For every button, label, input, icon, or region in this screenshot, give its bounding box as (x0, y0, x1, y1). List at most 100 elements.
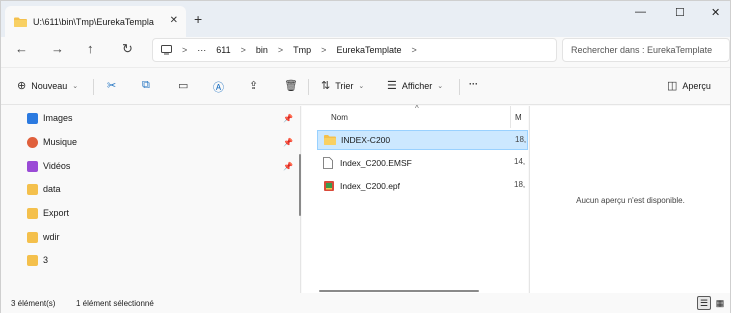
sidebar-item-label: data (43, 184, 61, 194)
file-name: Index_C200.EMSF (340, 158, 412, 168)
breadcrumb-eurekatemplate[interactable]: EurekaTemplate (336, 45, 401, 55)
music-icon (27, 136, 38, 148)
address-row: ← → ↑ ↻ > ··· 611 > bin > Tmp > EurekaTe… (1, 37, 730, 65)
tiles-view-button[interactable]: ▦ (713, 296, 727, 310)
sidebar-item-images[interactable]: Images (27, 110, 73, 126)
refresh-button[interactable]: ↻ (122, 41, 133, 57)
chevron-right-icon: > (182, 45, 188, 55)
preview-pane-label: Aperçu (682, 80, 711, 91)
chevron-right-icon: > (277, 45, 284, 55)
preview-pane: Aucun aperçu n'est disponible. (529, 106, 730, 293)
column-header-modified[interactable]: M (515, 113, 522, 122)
item-count: 3 élément(s) (11, 299, 56, 308)
tab-title: U:\611\bin\Tmp\EurekaTempla (33, 16, 154, 27)
breadcrumb-tmp[interactable]: Tmp (293, 45, 311, 55)
folder-icon (27, 254, 38, 266)
paste-icon[interactable]: ▭ (178, 79, 193, 92)
close-window-button[interactable]: ✕ (711, 6, 720, 19)
tab-current[interactable]: U:\611\bin\Tmp\EurekaTempla ✕ (5, 6, 186, 37)
videos-icon (27, 160, 38, 172)
sidebar-item-label: Images (43, 113, 73, 123)
chevron-right-icon: > (411, 45, 417, 55)
file-list: ^ Nom M INDEX-C200 18, Index_C200.EMSF 1… (302, 104, 528, 293)
file-name: Index_C200.epf (340, 181, 401, 191)
nav-scrollbar[interactable] (299, 154, 301, 216)
sort-button-label: Trier (335, 80, 354, 91)
forward-button[interactable]: → (51, 41, 64, 56)
command-bar: ⊕ Nouveau ⌄ ✂ ⧉ ▭ Ⓐ ⇪ 🗑 ⇅ Trier ⌄ ☰ Affi… (1, 67, 730, 105)
sidebar-item-videos[interactable]: Vidéos (27, 158, 70, 174)
sidebar-item-label: 3 (43, 255, 49, 265)
more-options-button[interactable]: ··· (469, 79, 478, 89)
pin-icon[interactable]: 📌 (283, 114, 293, 123)
back-button[interactable]: ← (15, 41, 28, 56)
divider (459, 79, 460, 95)
epf-file-icon (323, 180, 335, 192)
preview-pane-button[interactable]: ◫ Aperçu (667, 79, 711, 92)
title-bar: U:\611\bin\Tmp\EurekaTempla ✕ + — ☐ ✕ (1, 1, 730, 37)
breadcrumb-bin[interactable]: bin (256, 45, 268, 55)
folder-icon (324, 134, 336, 146)
status-bar: 3 élément(s) 1 élément sélectionné ☰ ▦ (1, 293, 730, 313)
sidebar-item-wdir[interactable]: wdir (27, 229, 60, 245)
sort-indicator-icon: ^ (415, 104, 419, 113)
folder-icon (27, 183, 38, 195)
sidebar-item-music[interactable]: Musique (27, 134, 77, 150)
view-button[interactable]: ☰ Afficher ⌄ (387, 79, 443, 92)
up-button[interactable]: ↑ (87, 41, 94, 56)
minimize-button[interactable]: — (635, 6, 646, 18)
chevron-right-icon: > (321, 45, 327, 55)
file-row[interactable]: Index_C200.epf 18, (317, 176, 528, 196)
divider (308, 79, 309, 95)
monitor-icon (161, 45, 172, 55)
chevron-down-icon: ⌄ (72, 82, 79, 90)
breadcrumb-overflow[interactable]: ··· (197, 45, 206, 55)
file-name: INDEX-C200 (341, 135, 391, 145)
new-tab-button[interactable]: + (194, 11, 202, 27)
rename-icon[interactable]: Ⓐ (213, 79, 229, 95)
cut-icon[interactable]: ✂ (107, 79, 121, 92)
maximize-button[interactable]: ☐ (675, 6, 685, 19)
details-view-icon: ☰ (699, 297, 709, 308)
horizontal-scrollbar[interactable] (319, 290, 479, 292)
divider (93, 79, 94, 95)
file-row[interactable]: INDEX-C200 18, (317, 130, 528, 150)
sidebar-item-3[interactable]: 3 (27, 252, 48, 268)
pin-icon[interactable]: 📌 (283, 162, 293, 171)
sort-icon: ⇅ (321, 80, 331, 92)
address-bar[interactable]: > ··· 611 > bin > Tmp > EurekaTemplate > (152, 38, 557, 62)
sort-button[interactable]: ⇅ Trier ⌄ (321, 79, 364, 92)
sidebar-item-data[interactable]: data (27, 181, 61, 197)
search-input[interactable]: Rechercher dans : EurekaTemplate (562, 38, 730, 62)
view-button-label: Afficher (401, 80, 433, 91)
delete-icon[interactable]: 🗑 (284, 79, 303, 92)
folder-icon (14, 17, 27, 27)
new-button-label: Nouveau (31, 80, 68, 91)
file-date: 14, (514, 157, 526, 166)
column-header-row: ^ Nom M (302, 104, 528, 128)
tiles-view-icon: ▦ (715, 297, 725, 308)
close-tab-icon[interactable]: ✕ (170, 15, 178, 26)
preview-pane-icon: ◫ (667, 80, 678, 92)
file-row[interactable]: Index_C200.EMSF 14, (317, 153, 528, 173)
plus-circle-icon: ⊕ (17, 80, 27, 92)
chevron-right-icon: > (240, 45, 246, 55)
navigation-pane: Images 📌 Musique 📌 Vidéos 📌 data Export … (1, 106, 301, 293)
sidebar-item-export[interactable]: Export (27, 205, 69, 221)
column-divider[interactable] (510, 106, 511, 128)
pin-icon[interactable]: 📌 (283, 138, 293, 147)
share-icon[interactable]: ⇪ (249, 79, 263, 92)
file-explorer-window: U:\611\bin\Tmp\EurekaTempla ✕ + — ☐ ✕ ← … (0, 0, 731, 313)
chevron-down-icon: ⌄ (358, 82, 365, 90)
details-view-button[interactable]: ☰ (697, 296, 711, 310)
column-header-name[interactable]: Nom (331, 113, 348, 122)
breadcrumb-611[interactable]: 611 (216, 45, 230, 55)
chevron-down-icon: ⌄ (437, 82, 444, 90)
file-date: 18, (514, 180, 526, 189)
selection-count: 1 élément sélectionné (76, 299, 154, 308)
sidebar-item-label: Export (43, 208, 70, 218)
images-icon (27, 112, 38, 124)
copy-icon[interactable]: ⧉ (142, 79, 155, 92)
new-button[interactable]: ⊕ Nouveau ⌄ (17, 79, 78, 92)
folder-icon (27, 207, 38, 219)
